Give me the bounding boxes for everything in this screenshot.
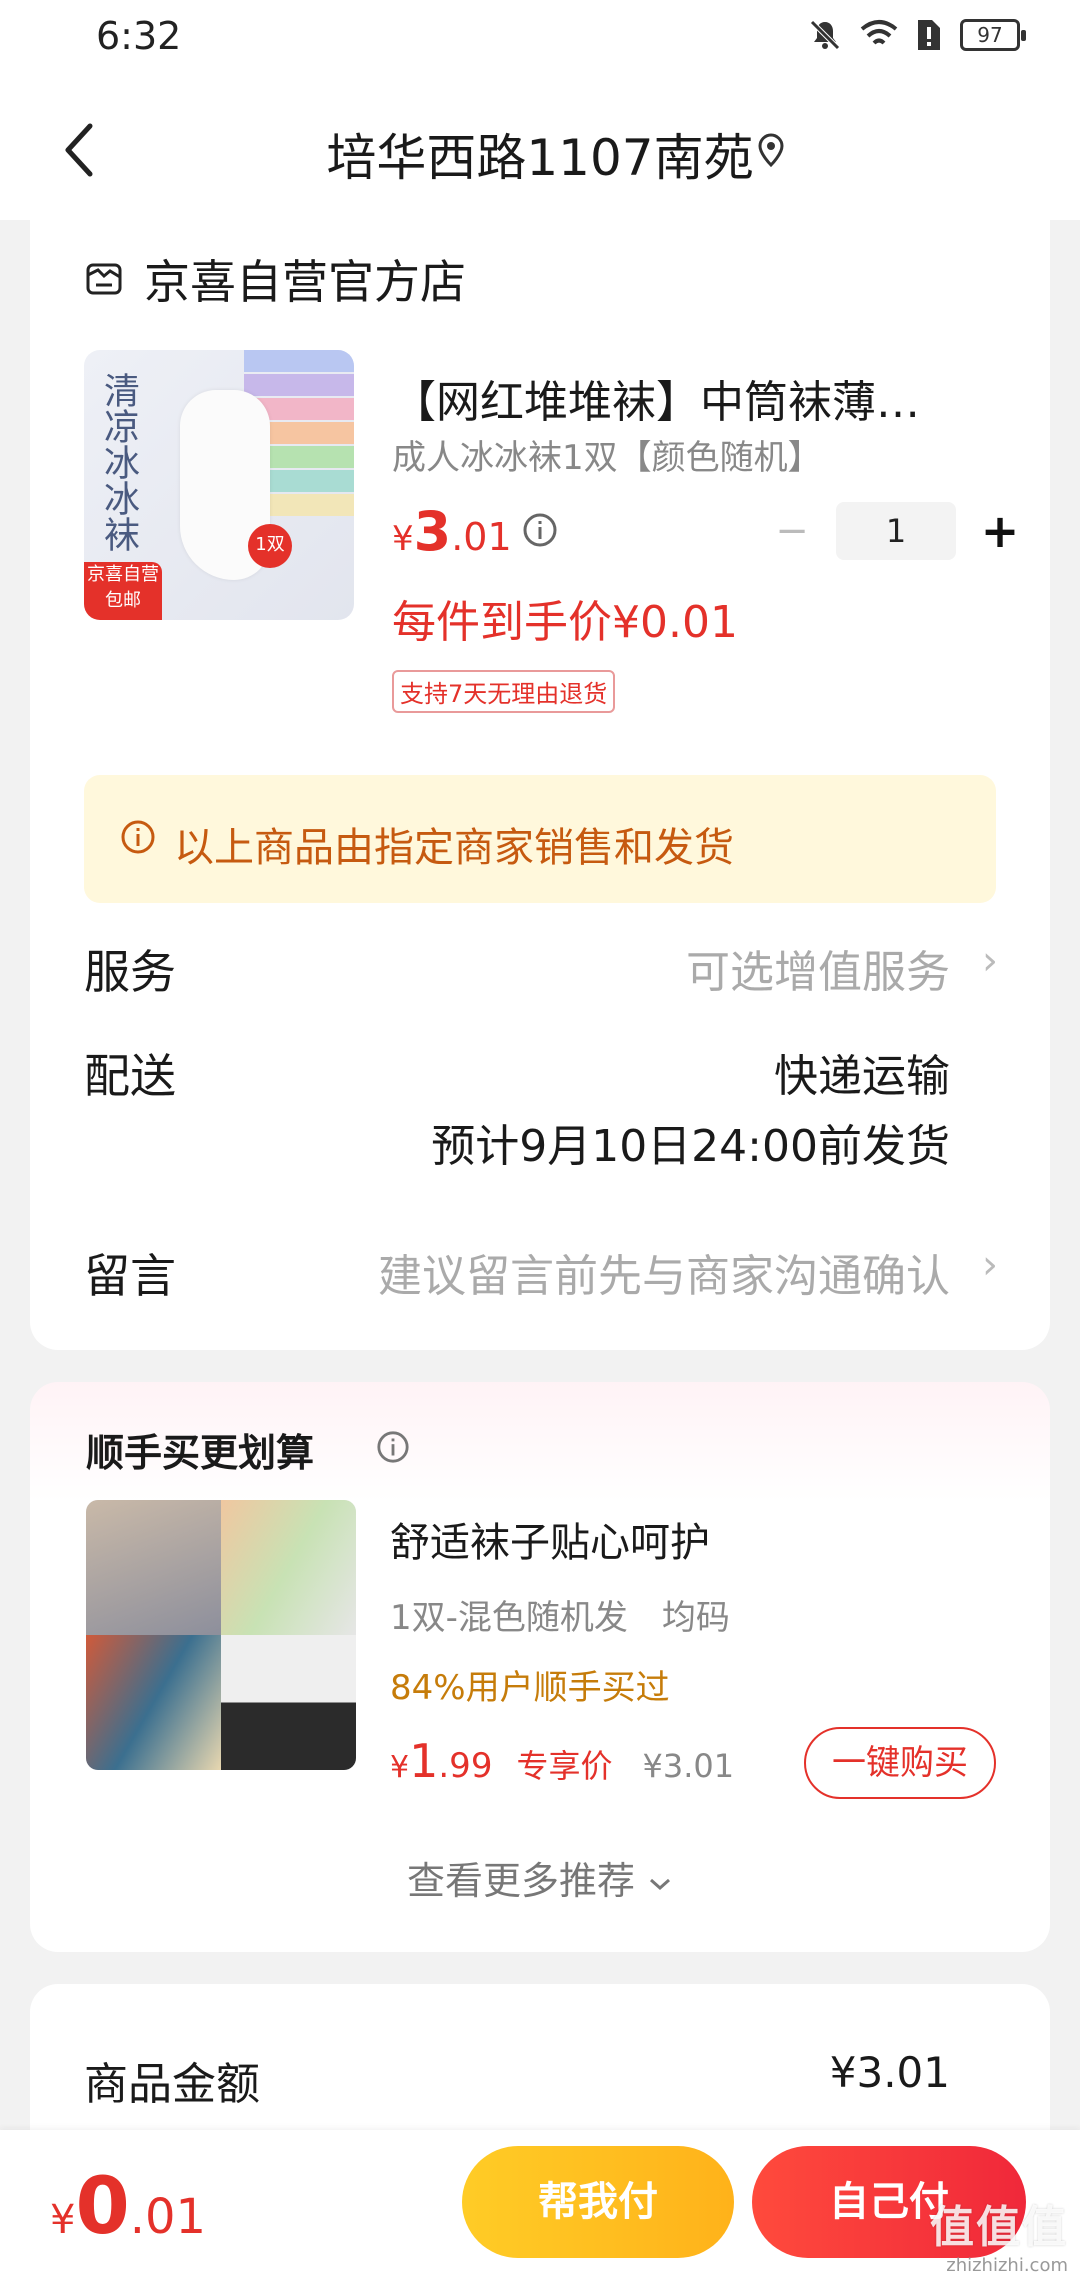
status-icons: 97 <box>808 18 1026 52</box>
return-policy-tag: 支持7天无理由退货 <box>392 670 616 713</box>
product-price: ¥ 3 .01 <box>392 500 512 563</box>
recommendation-product-spec: 1双-混色随机发 均码 <box>390 1598 730 1638</box>
delivery-label: 配送 <box>84 1049 176 1103</box>
recommendation-social-proof: 84%用户顺手买过 <box>390 1668 670 1708</box>
battery-icon: 97 <box>960 19 1026 51</box>
message-label: 留言 <box>84 1249 176 1303</box>
seller-notice: 以上商品由指定商家销售和发货 <box>84 775 996 903</box>
product-image-badge: 京喜自营 包邮 <box>84 562 162 620</box>
total-symbol: ¥ <box>50 2197 76 2243</box>
notice-info-icon <box>121 820 155 854</box>
recommendation-product-title[interactable]: 舒适袜子贴心呵护 <box>390 1510 710 1568</box>
watermark-logo: 值值值 <box>930 2202 1068 2253</box>
watermark-url: zhizhizhi.com <box>946 2255 1068 2276</box>
delivery-address-title[interactable]: 培华西路1107南苑 <box>0 118 1080 190</box>
nav-header: 培华西路1107南苑 <box>0 82 1080 220</box>
price-integer: 3 <box>413 500 452 563</box>
message-input[interactable]: 建议留言前先与商家沟通确认 <box>378 1240 950 1304</box>
image-tile <box>221 1500 356 1635</box>
product-image-text: 清凉冰冰袜 <box>98 372 139 552</box>
order-item-card: 京喜自营官方店 清凉冰冰袜 1双 京喜自营 包邮 【网红堆堆袜】中筒袜薄… 成人… <box>30 210 1050 1350</box>
original-price: ¥3.01 <box>642 1747 735 1785</box>
recommendation-price: ¥1.99 <box>390 1734 492 1788</box>
total-integer: 0 <box>75 2162 130 2252</box>
exclusive-price-label: 专享价 <box>516 1747 613 1785</box>
service-label: 服务 <box>84 945 176 999</box>
unit-final-price: 每件到手价¥0.01 <box>392 597 738 648</box>
goods-amount-value: ¥3.01 <box>829 2048 950 2097</box>
site-watermark: 值值值 zhizhizhi.com <box>930 2191 1068 2276</box>
status-time: 6:32 <box>96 14 182 58</box>
product-image-count-badge: 1双 <box>248 524 292 568</box>
quantity-decrease-button[interactable]: − <box>772 508 812 554</box>
more-recommendations-link[interactable]: 查看更多推荐 <box>30 1850 1050 1905</box>
delivery-eta: 预计9月10日24:00前发货 <box>431 1121 950 1172</box>
price-decimal: .01 <box>451 515 512 559</box>
total-price: ¥ 0 .01 <box>50 2162 206 2252</box>
help-me-pay-button[interactable]: 帮我付 <box>462 2146 734 2258</box>
goods-amount-label: 商品金额 <box>84 2059 260 2110</box>
more-recommendations-label: 查看更多推荐 <box>406 1859 635 1903</box>
rec-price-integer: 1 <box>409 1734 439 1788</box>
store-icon <box>86 263 122 295</box>
rec-price-decimal: .99 <box>438 1746 493 1786</box>
image-tile <box>86 1500 221 1635</box>
recommendation-title: 顺手买更划算 <box>86 1431 315 1475</box>
sim-alert-icon <box>918 20 940 50</box>
price-info-icon[interactable] <box>522 512 558 548</box>
quantity-input[interactable]: 1 <box>836 502 956 560</box>
status-bar: 6:32 97 <box>0 0 1080 82</box>
product-title[interactable]: 【网红堆堆袜】中筒袜薄… <box>392 366 992 430</box>
recommendation-card: 顺手买更划算 舒适袜子贴心呵护 1双-混色随机发 均码 84%用户顺手买过 ¥1… <box>30 1382 1050 1952</box>
bell-muted-icon <box>810 20 840 50</box>
price-symbol: ¥ <box>392 519 414 559</box>
recommendation-price-row: ¥1.99 专享价 ¥3.01 <box>390 1734 734 1788</box>
checkout-bar: ¥ 0 .01 帮我付 自己付 值值值 zhizhizhi.com <box>0 2130 1080 2280</box>
product-spec: 成人冰冰袜1双【颜色随机】 <box>392 438 822 478</box>
image-tile <box>221 1635 356 1770</box>
store-name: 京喜自营官方店 <box>144 255 466 309</box>
chevron-down-icon <box>650 1878 671 1891</box>
delivery-method: 快递运输 <box>774 1051 950 1102</box>
recommendation-product-image[interactable] <box>86 1500 356 1770</box>
rec-price-symbol: ¥ <box>390 1750 410 1785</box>
location-pin-icon[interactable] <box>756 132 786 168</box>
message-chevron-icon[interactable]: › <box>982 1242 998 1288</box>
store-row[interactable]: 京喜自营官方店 <box>84 246 466 312</box>
quantity-increase-button[interactable]: + <box>980 504 1020 558</box>
seller-notice-text: 以上商品由指定商家销售和发货 <box>174 825 734 871</box>
wifi-icon <box>860 20 898 45</box>
service-option[interactable]: 可选增值服务 <box>686 936 950 1000</box>
quantity-stepper: − 1 + <box>772 502 1020 560</box>
recommendation-info-icon[interactable] <box>376 1430 410 1464</box>
image-tile <box>86 1635 221 1770</box>
service-chevron-icon[interactable]: › <box>982 938 998 984</box>
total-decimal: .01 <box>129 2189 207 2245</box>
product-image[interactable]: 清凉冰冰袜 1双 京喜自营 包邮 <box>84 350 354 620</box>
one-click-buy-button[interactable]: 一键购买 <box>804 1727 996 1799</box>
